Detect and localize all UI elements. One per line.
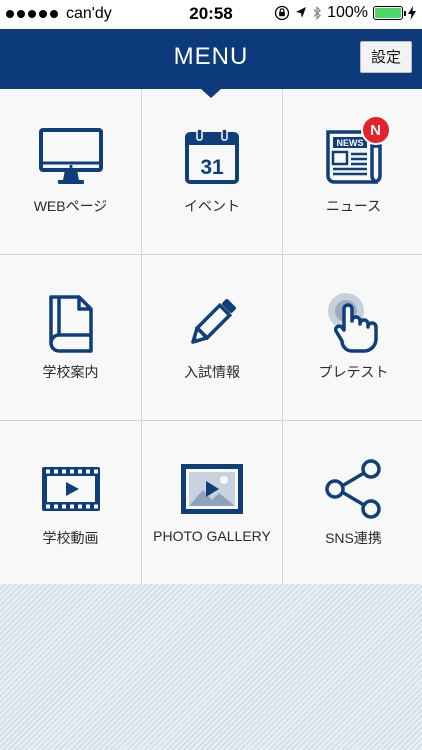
- menu-item-event[interactable]: 31 イベント: [142, 89, 282, 254]
- menu-item-label: PHOTO GALLERY: [153, 528, 271, 544]
- menu-item-label: ニュース: [325, 198, 382, 214]
- menu-item-school-guide[interactable]: 学校案内: [0, 255, 141, 420]
- menu-item-label: WEBページ: [33, 198, 108, 214]
- menu-item-label: 入試情報: [184, 364, 240, 380]
- background-pattern: [0, 584, 422, 750]
- pencil-icon: [177, 291, 247, 355]
- photo-gallery-icon: [177, 457, 247, 521]
- calendar-icon: 31: [177, 125, 247, 189]
- share-icon: [319, 457, 389, 521]
- news-badge: N: [360, 115, 391, 145]
- menu-item-news[interactable]: NEWS N ニュース: [283, 89, 422, 254]
- menu-item-label: 学校動画: [42, 530, 99, 546]
- settings-button[interactable]: 設定: [359, 41, 412, 73]
- book-icon: [36, 291, 106, 355]
- battery-level: [375, 8, 401, 18]
- battery-icon: [373, 6, 406, 20]
- menu-item-web-page[interactable]: WEBページ: [0, 89, 141, 254]
- menu-item-school-video[interactable]: 学校動画: [0, 421, 141, 586]
- menu-item-label: SNS連携: [325, 530, 382, 546]
- bluetooth-icon: [313, 5, 321, 21]
- status-right: 100%: [274, 4, 416, 22]
- newspaper-heading: NEWS: [336, 138, 363, 148]
- status-bar: can'dy 20:58 100%: [0, 0, 422, 29]
- battery-percentage: 100%: [327, 4, 368, 21]
- nav-pointer-arrow: [201, 89, 221, 98]
- menu-grid: WEBページ 31 イベント NEWS N ニュース 学校案内 入試情報 プレテ…: [0, 89, 422, 586]
- menu-item-label: 学校案内: [42, 364, 99, 380]
- page-title: MENU: [173, 43, 249, 70]
- rotation-lock-icon: [274, 5, 290, 21]
- navigation-bar: MENU 設定: [0, 29, 422, 98]
- film-icon: [36, 457, 106, 521]
- charging-icon: [408, 6, 416, 20]
- menu-item-photo-gallery[interactable]: PHOTO GALLERY: [142, 421, 282, 586]
- menu-item-label: プレテスト: [318, 364, 389, 380]
- tap-hand-icon: [319, 291, 389, 355]
- newspaper-icon: NEWS N: [319, 115, 391, 189]
- calendar-day: 31: [200, 156, 224, 179]
- menu-item-label: イベント: [184, 198, 240, 214]
- menu-item-pretest[interactable]: プレテスト: [283, 255, 422, 420]
- monitor-icon: [36, 125, 106, 189]
- menu-item-admissions[interactable]: 入試情報: [142, 255, 282, 420]
- menu-item-sns[interactable]: SNS連携: [283, 421, 422, 586]
- location-icon: [296, 7, 307, 18]
